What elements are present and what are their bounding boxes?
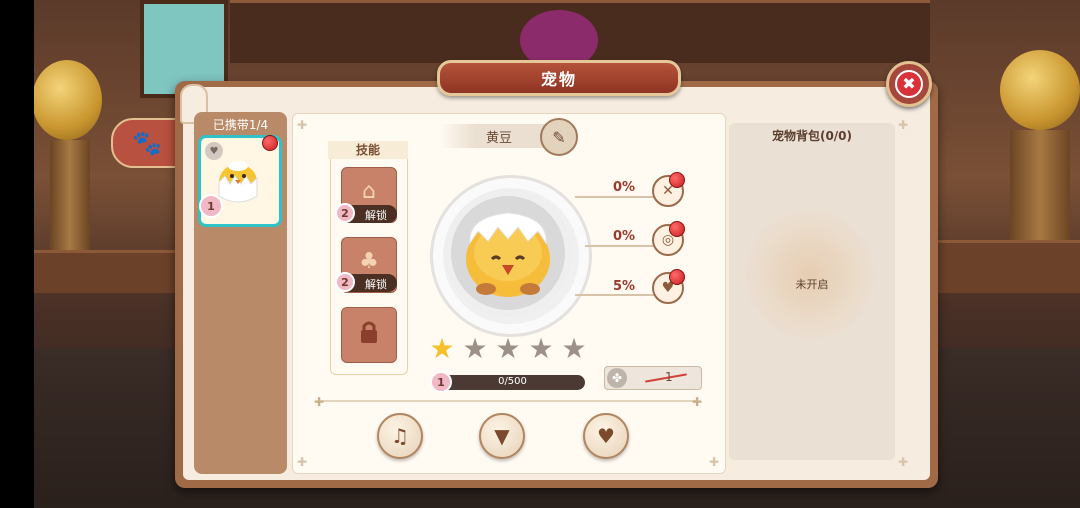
corner-ornament: ✚ <box>297 118 308 132</box>
lamp-right-base <box>1010 130 1070 240</box>
pouch-icon: ♣ <box>359 249 379 274</box>
bag-icon: ⌂ <box>362 179 376 204</box>
stat-3-value: 5% <box>613 279 636 294</box>
pencil-icon: ✎ <box>552 127 566 147</box>
star-empty-icon: ★ <box>561 332 587 365</box>
divider-ornament: ✚ <box>692 395 703 409</box>
lamp-right <box>1000 50 1080 130</box>
feed-item-box[interactable]: ✤ 1 <box>604 366 702 390</box>
bell-icon: ♫ <box>391 424 409 448</box>
skill-1-unlock[interactable]: 2 解锁 <box>335 203 397 223</box>
skill-2-level: 2 <box>335 272 355 292</box>
backpack-status: 未开启 <box>795 278 829 291</box>
skill-2-unlock[interactable]: 2 解锁 <box>335 272 397 292</box>
pet-tab[interactable]: 🐾 <box>111 118 183 168</box>
corner-ornament: ✚ <box>898 455 909 469</box>
skill-1-level: 2 <box>335 203 355 223</box>
clover-icon: ✤ <box>607 368 627 388</box>
pet-level-badge: 1 <box>430 371 452 393</box>
item-count: 1 <box>665 370 673 384</box>
skills-title: 技能 <box>328 141 408 159</box>
backpack-title: 宠物背包(0/0) <box>771 129 853 143</box>
notification-dot <box>262 135 278 151</box>
affection-button[interactable]: ♥ <box>583 413 629 459</box>
lamp-left <box>32 60 102 140</box>
stat-connector <box>585 245 655 247</box>
counter-right <box>935 240 1080 293</box>
star-empty-icon: ★ <box>495 332 521 365</box>
title-plate: 宠物 <box>437 60 681 96</box>
paw-icon: 🐾 <box>132 129 162 157</box>
divider-ornament: ✚ <box>314 395 325 409</box>
star-empty-icon: ★ <box>462 332 488 365</box>
chick-icon <box>218 161 258 203</box>
stat-1-notification-dot <box>669 172 685 188</box>
corner-ornament: ✚ <box>898 118 909 132</box>
pet-list-header: 已携带1/4 <box>212 118 269 132</box>
stat-1-value: 0% <box>613 180 636 195</box>
stat-connector <box>575 196 655 198</box>
skill-1-unlock-label: 解锁 <box>365 209 387 222</box>
stat-3-notification-dot <box>669 269 685 285</box>
heart-icon: ♥ <box>597 424 615 448</box>
lamp-left-base <box>50 140 90 260</box>
skill-slot-3-locked[interactable] <box>341 307 397 363</box>
corner-ornament: ✚ <box>297 455 308 469</box>
skill-2-unlock-label: 解锁 <box>365 278 387 291</box>
outfit-button[interactable]: ▼ <box>479 413 525 459</box>
pet-chick-portrait <box>466 212 550 297</box>
letterbox <box>0 0 34 508</box>
dialog-title: 宠物 <box>540 70 577 89</box>
pet-name: 黄豆 <box>486 131 513 146</box>
close-button[interactable]: ✖ <box>886 61 932 107</box>
counter-left <box>34 250 184 293</box>
stat-2-value: 0% <box>613 229 636 244</box>
lock-icon <box>361 321 377 343</box>
bell-button[interactable]: ♫ <box>377 413 423 459</box>
pet-list: 已携带1/4 ♥ 1 <box>194 112 287 474</box>
stat-2-notification-dot <box>669 221 685 237</box>
corner-ornament: ✚ <box>709 455 720 469</box>
star-filled-icon: ★ <box>429 332 455 365</box>
rename-button[interactable]: ✎ <box>540 118 578 156</box>
exp-text: 0/500 <box>498 376 527 387</box>
shirt-icon: ▼ <box>494 424 510 448</box>
close-icon: ✖ <box>895 70 923 98</box>
pet-level-badge: 1 <box>199 194 223 218</box>
star-empty-icon: ★ <box>528 332 554 365</box>
backpack-locked-art <box>745 210 875 340</box>
divider <box>322 400 698 402</box>
stat-connector <box>575 294 655 296</box>
